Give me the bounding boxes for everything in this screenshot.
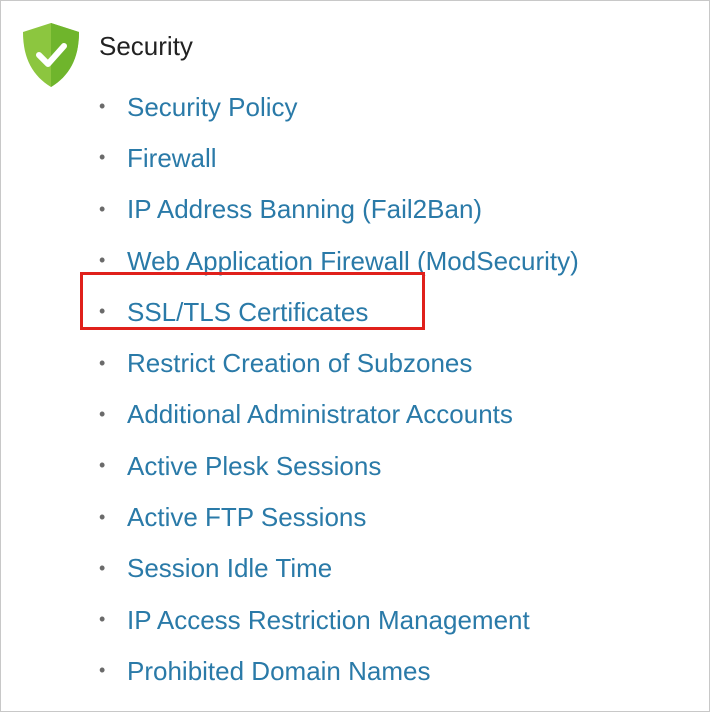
bullet: •	[99, 352, 106, 373]
link-active-plesk-sessions[interactable]: Active Plesk Sessions	[127, 449, 381, 483]
list-item: • Active FTP Sessions	[97, 491, 579, 542]
list-item: • Additional Administrator Accounts	[97, 389, 579, 440]
link-firewall[interactable]: Firewall	[127, 141, 217, 175]
list-item: • Prohibited Domain Names	[97, 645, 579, 696]
security-links-list: • Security Policy • Firewall • IP Addres…	[97, 81, 579, 697]
link-security-policy[interactable]: Security Policy	[127, 90, 298, 124]
bullet: •	[99, 198, 106, 219]
link-additional-administrator-accounts[interactable]: Additional Administrator Accounts	[127, 397, 513, 431]
section-title: Security	[99, 31, 193, 61]
link-active-ftp-sessions[interactable]: Active FTP Sessions	[127, 500, 366, 534]
bullet: •	[99, 660, 106, 681]
list-item: • IP Access Restriction Management	[97, 594, 579, 645]
list-item: • Active Plesk Sessions	[97, 440, 579, 491]
list-item: • Security Policy	[97, 81, 579, 132]
bullet: •	[99, 250, 106, 271]
link-ip-address-banning[interactable]: IP Address Banning (Fail2Ban)	[127, 192, 482, 226]
security-panel: Security • Security Policy • Firewall • …	[0, 0, 710, 712]
highlight-box	[80, 272, 425, 330]
bullet: •	[99, 557, 106, 578]
bullet: •	[99, 609, 106, 630]
link-prohibited-domain-names[interactable]: Prohibited Domain Names	[127, 654, 430, 688]
bullet: •	[99, 403, 106, 424]
list-item: • Firewall	[97, 132, 579, 183]
list-item: • Session Idle Time	[97, 543, 579, 594]
bullet: •	[99, 96, 106, 117]
shield-check-icon	[19, 21, 83, 89]
bullet: •	[99, 506, 106, 527]
list-item: • IP Address Banning (Fail2Ban)	[97, 184, 579, 235]
bullet: •	[99, 147, 106, 168]
list-item: • Restrict Creation of Subzones	[97, 337, 579, 388]
bullet: •	[99, 455, 106, 476]
link-restrict-creation-of-subzones[interactable]: Restrict Creation of Subzones	[127, 346, 472, 380]
link-ip-access-restriction-management[interactable]: IP Access Restriction Management	[127, 603, 530, 637]
link-session-idle-time[interactable]: Session Idle Time	[127, 551, 332, 585]
